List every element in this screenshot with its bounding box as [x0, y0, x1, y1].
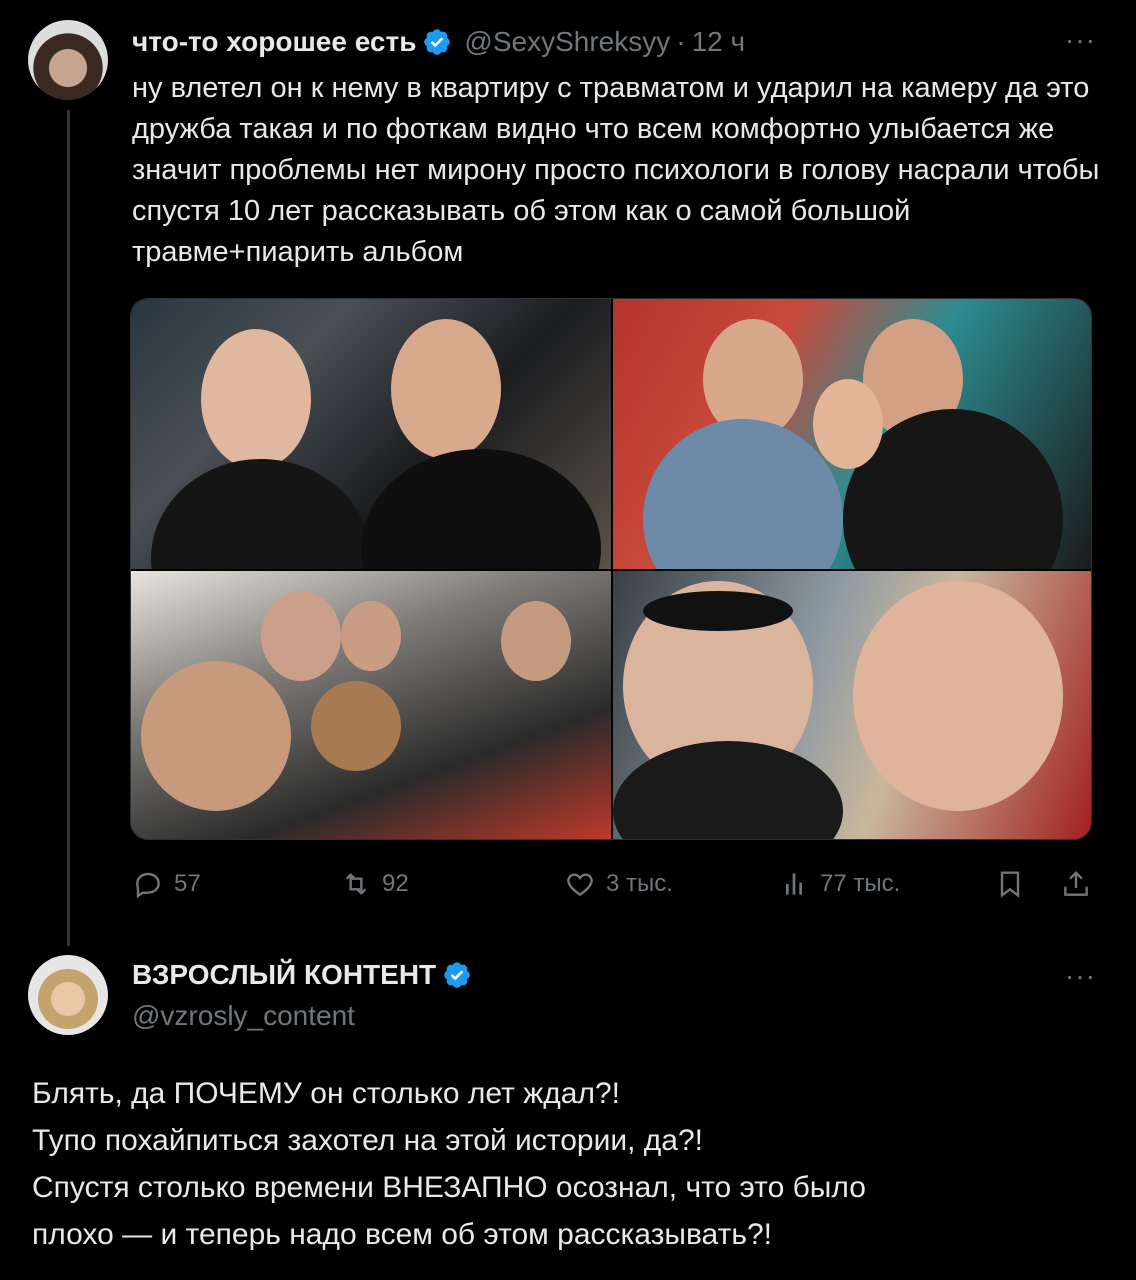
- verified-badge-icon: [424, 29, 451, 55]
- bookmark-icon: [1000, 871, 1020, 898]
- more-options-button[interactable]: ···: [1065, 960, 1096, 992]
- tweet-text: ну влетел он к нему в квартиру с травмат…: [132, 72, 1100, 268]
- photo-figure: [361, 449, 601, 569]
- author-name[interactable]: ВЗРОСЛЫЙ КОНТЕНТ: [132, 959, 436, 991]
- photo-figure: [643, 419, 843, 569]
- reply-button[interactable]: 57: [132, 868, 201, 900]
- reply-count: 57: [174, 870, 201, 897]
- author-avatar[interactable]: [28, 955, 108, 1035]
- tweet-text: Блять, да ПОЧЕМУ он столько лет ждал?! Т…: [32, 1070, 1112, 1258]
- reply-icon: [136, 872, 160, 899]
- photo-figure: [261, 591, 341, 681]
- author-handle[interactable]: @vzrosly_content: [132, 1000, 355, 1032]
- tweet-text-line: Спустя столько времени ВНЕЗАПНО осознал,…: [32, 1171, 866, 1204]
- tweet-text-line: Тупо похайпиться захотел на этой истории…: [32, 1124, 703, 1157]
- like-count: 3 тыс.: [606, 870, 673, 897]
- photo-figure: [391, 319, 501, 459]
- photo-figure: [813, 379, 883, 469]
- retweet-icon: [345, 872, 367, 896]
- photo-figure: [311, 681, 401, 771]
- photo-figure: [853, 581, 1063, 811]
- retweet-button[interactable]: 92: [340, 868, 409, 900]
- views-count: 77 тыс.: [820, 870, 901, 897]
- separator-dot: ·: [676, 26, 686, 57]
- like-button[interactable]: 3 тыс.: [564, 868, 673, 900]
- author-handle[interactable]: @SexyShreksyy: [464, 26, 670, 58]
- photo-figure: [341, 601, 401, 671]
- photo-figure: [501, 601, 571, 681]
- verified-badge-icon: [444, 962, 470, 988]
- photo-figure: [643, 591, 793, 631]
- heart-icon: [567, 873, 593, 897]
- bookmark-button[interactable]: [994, 868, 1026, 900]
- author-name[interactable]: что-то хорошее есть: [132, 26, 416, 58]
- views-button[interactable]: 77 тыс.: [778, 868, 900, 900]
- photo-figure: [141, 661, 291, 811]
- share-button[interactable]: [1060, 868, 1092, 900]
- views-icon: [786, 873, 802, 895]
- tweet-text-line: плохо — и теперь надо всем об этом расск…: [32, 1218, 772, 1251]
- photo-1[interactable]: [131, 299, 611, 569]
- photo-2[interactable]: [613, 299, 1091, 569]
- thread-line: [67, 110, 70, 946]
- tweet-media-grid[interactable]: [130, 298, 1092, 840]
- tweet-header: ВЗРОСЛЫЙ КОНТЕНТ: [132, 955, 472, 995]
- share-icon: [1064, 870, 1088, 896]
- retweet-count: 92: [382, 870, 409, 897]
- tweet-text-line: Блять, да ПОЧЕМУ он столько лет ждал?!: [32, 1077, 620, 1110]
- tweet-header: что-то хорошее есть @SexyShreksyy · 12 ч: [132, 22, 745, 62]
- more-options-button[interactable]: ···: [1065, 24, 1096, 56]
- author-avatar[interactable]: [28, 20, 108, 100]
- tweet-time[interactable]: 12 ч: [692, 26, 746, 58]
- photo-4[interactable]: [613, 571, 1091, 839]
- photo-figure: [201, 329, 311, 469]
- tweet-main[interactable]: что-то хорошее есть @SexyShreksyy · 12 ч…: [0, 0, 1136, 946]
- tweet-actions: 57 92 3 тыс. 77 тыс.: [132, 868, 1092, 908]
- photo-3[interactable]: [131, 571, 611, 839]
- photo-figure: [151, 459, 371, 569]
